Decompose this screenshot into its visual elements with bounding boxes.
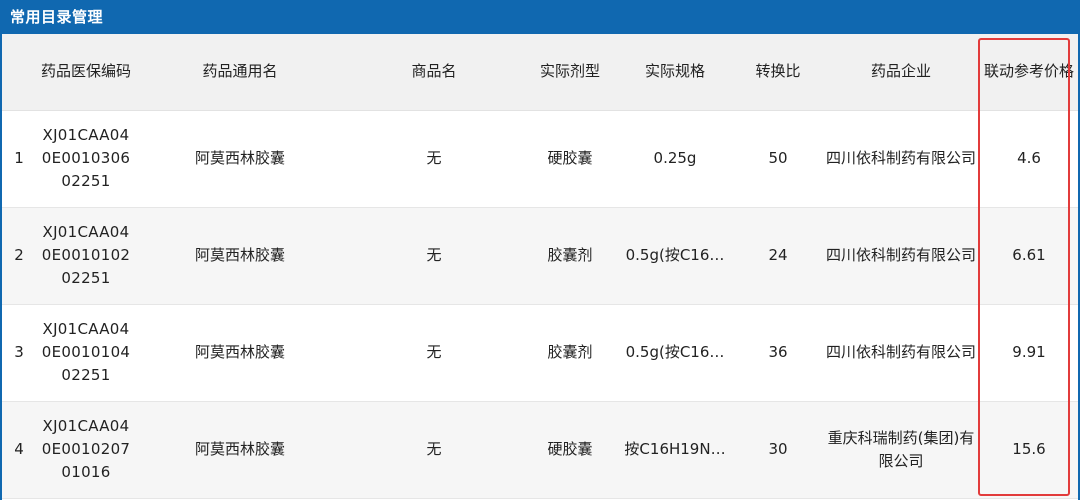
generic-name: 阿莫西林胶囊 (194, 246, 285, 264)
company: 四川依科制药有限公司 (826, 246, 977, 264)
col-header-ratio[interactable]: 转换比 (734, 34, 822, 111)
table-row[interactable]: 1 XJ01CAA040E001030602251 阿莫西林胶囊 无 硬胶囊 0… (2, 110, 1078, 207)
trade-name: 无 (426, 343, 442, 361)
table-header-row: 药品医保编码 药品通用名 商品名 实际剂型 实际规格 转换比 药品企业 联动参考… (2, 34, 1078, 111)
catalog-panel: 常用目录管理 药品医保编码 药品通用名 商品名 实际剂型 实际规格 转换比 药品… (0, 0, 1080, 500)
dosage-form: 硬胶囊 (547, 149, 593, 167)
generic-name: 阿莫西林胶囊 (194, 440, 285, 458)
company: 四川依科制药有限公司 (826, 149, 977, 167)
drug-code: XJ01CAA040E001020701016 (41, 417, 131, 481)
dosage-form: 胶囊剂 (547, 246, 593, 264)
spec: 0.5g(按C16… (625, 343, 725, 361)
conversion-ratio: 30 (768, 440, 788, 458)
col-header-code[interactable]: 药品医保编码 (36, 34, 136, 111)
row-index: 2 (14, 246, 24, 264)
reference-price: 6.61 (1012, 246, 1046, 264)
dosage-form: 硬胶囊 (547, 440, 593, 458)
table-row[interactable]: 3 XJ01CAA040E001010402251 阿莫西林胶囊 无 胶囊剂 0… (2, 304, 1078, 401)
trade-name: 无 (426, 246, 442, 264)
catalog-table: 药品医保编码 药品通用名 商品名 实际剂型 实际规格 转换比 药品企业 联动参考… (2, 34, 1078, 499)
table-row[interactable]: 2 XJ01CAA040E001010202251 阿莫西林胶囊 无 胶囊剂 0… (2, 207, 1078, 304)
col-header-generic-name[interactable]: 药品通用名 (136, 34, 344, 111)
reference-price: 15.6 (1012, 440, 1046, 458)
col-header-spec[interactable]: 实际规格 (616, 34, 734, 111)
trade-name: 无 (426, 149, 442, 167)
col-header-price[interactable]: 联动参考价格 (980, 34, 1078, 111)
trade-name: 无 (426, 440, 442, 458)
table-row[interactable]: 4 XJ01CAA040E001020701016 阿莫西林胶囊 无 硬胶囊 按… (2, 401, 1078, 498)
company: 重庆科瑞制药(集团)有限公司 (827, 428, 975, 470)
spec: 0.25g (653, 149, 697, 167)
conversion-ratio: 24 (768, 246, 788, 264)
col-header-dosage-form[interactable]: 实际剂型 (524, 34, 616, 111)
spec: 按C16H19N… (624, 440, 726, 458)
generic-name: 阿莫西林胶囊 (194, 343, 285, 361)
reference-price: 9.91 (1012, 343, 1046, 361)
panel-title: 常用目录管理 (2, 0, 1078, 34)
dosage-form: 胶囊剂 (547, 343, 593, 361)
drug-code: XJ01CAA040E001010402251 (41, 320, 131, 384)
col-header-index (2, 34, 36, 111)
row-index: 1 (14, 149, 24, 167)
reference-price: 4.6 (1017, 149, 1041, 167)
generic-name: 阿莫西林胶囊 (194, 149, 285, 167)
drug-code: XJ01CAA040E001030602251 (41, 126, 131, 190)
row-index: 4 (14, 440, 24, 458)
col-header-company[interactable]: 药品企业 (822, 34, 980, 111)
conversion-ratio: 36 (768, 343, 788, 361)
conversion-ratio: 50 (768, 149, 788, 167)
col-header-trade-name[interactable]: 商品名 (344, 34, 524, 111)
drug-code: XJ01CAA040E001010202251 (41, 223, 131, 287)
spec: 0.5g(按C16… (625, 246, 725, 264)
row-index: 3 (14, 343, 24, 361)
company: 四川依科制药有限公司 (826, 343, 977, 361)
